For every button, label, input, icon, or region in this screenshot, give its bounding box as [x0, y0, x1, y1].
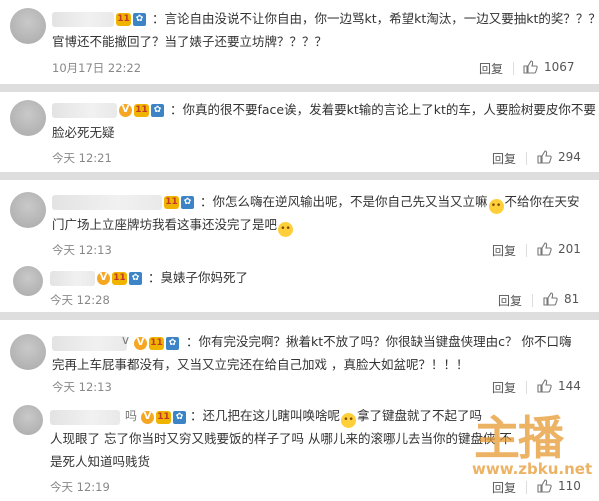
divider	[513, 62, 514, 75]
username[interactable]	[52, 12, 114, 27]
like-button[interactable]: 201	[537, 242, 581, 256]
divider	[526, 244, 527, 257]
username[interactable]	[52, 195, 162, 210]
comment-text: 门广场上立座牌坊我看这事还没完了是吧 ••	[52, 213, 294, 237]
fan-badge: ✿	[181, 195, 194, 209]
comment-text: ：你有完没完啊？揪着kt不放了吗？你很缺当键盘侠理由c？ 你不口嗨	[186, 334, 572, 349]
verified-badge: V	[134, 336, 147, 350]
level-badge: 11	[112, 271, 127, 285]
user-badges: 11 ✿	[116, 11, 146, 27]
comment-time: 今天 12:21	[52, 151, 112, 165]
like-button[interactable]: 1067	[523, 60, 575, 74]
fan-badge: ✿	[129, 271, 142, 285]
divider	[526, 152, 527, 165]
fan-badge: ✿	[166, 336, 179, 350]
emoji-icon: ••	[488, 199, 504, 214]
user-badges: 11 ✿	[164, 194, 194, 210]
comment-text: 人现眼了 忘了你当时又穷又贱要饭的样子了吗 从哪儿来的滚哪儿去当你的键盘侠 不	[50, 431, 512, 446]
avatar[interactable]	[13, 405, 43, 435]
reply-button[interactable]: 回复	[479, 60, 503, 77]
like-count: 294	[558, 150, 581, 164]
like-button[interactable]: 144	[537, 379, 581, 393]
username[interactable]	[52, 103, 117, 118]
reply-button[interactable]: 回复	[492, 242, 516, 259]
level-badge: 11	[164, 195, 179, 209]
like-count: 201	[558, 242, 581, 256]
thumbs-up-icon	[537, 242, 552, 256]
fan-badge: ✿	[151, 103, 164, 117]
verified-badge: V	[141, 410, 154, 424]
username-fragment: v	[122, 333, 130, 347]
user-badges: V 11 ✿	[97, 270, 142, 286]
avatar[interactable]	[10, 100, 46, 136]
comment-text: ：你真的很不要face诶，发着要kt输的言论上了kt的车，人要脸树要皮你不要	[170, 102, 596, 117]
comment-text: 是死人知道吗贱货	[50, 454, 151, 469]
reply-button[interactable]: 回复	[492, 379, 516, 396]
like-button[interactable]: 81	[543, 292, 579, 306]
like-count: 1067	[544, 60, 575, 74]
avatar[interactable]	[10, 192, 46, 228]
fan-badge: ✿	[173, 410, 186, 424]
verified-badge: V	[97, 271, 110, 285]
avatar[interactable]	[10, 334, 46, 370]
thumbs-up-icon	[543, 292, 558, 306]
username-fragment: 吗	[125, 409, 138, 423]
watermark: 主播 www.zbku.net	[470, 408, 597, 498]
username[interactable]	[50, 271, 95, 286]
comment-text: 脸必死无疑	[52, 125, 115, 140]
divider	[526, 381, 527, 394]
thumbs-up-icon	[537, 150, 552, 164]
user-badges: V 11 ✿	[141, 409, 186, 425]
thumbs-up-icon	[537, 379, 552, 393]
comment-time: 今天 12:13	[52, 380, 112, 394]
watermark-title: 主播	[474, 411, 564, 465]
fan-badge: ✿	[133, 12, 146, 26]
avatar[interactable]	[10, 8, 46, 44]
username[interactable]	[50, 410, 120, 425]
level-badge: 11	[149, 336, 164, 350]
watermark-url: www.zbku.net	[472, 460, 593, 478]
emoji-icon: ••	[278, 222, 294, 237]
comment-text: 官博还不能撤回了？当了婊子还要立坊牌？？？？	[52, 34, 328, 49]
level-badge: 11	[116, 12, 131, 26]
comment-card: 11 ✿ ：你怎么嗨在逆风输出呢，不是你自己先又当又立嘛 •• 不给你在天安 门广场…	[0, 180, 599, 312]
like-count: 81	[564, 292, 580, 306]
comment-text: ：你怎么嗨在逆风输出呢，不是你自己先又当又立嘛 •• 不给你在天安	[200, 190, 580, 214]
comment-time: 今天 12:28	[50, 293, 110, 307]
comment-time: 今天 12:13	[52, 243, 112, 257]
comment-card: V 11 ✿ ：你真的很不要face诶，发着要kt输的言论上了kt的车，人要脸树…	[0, 92, 599, 172]
comment-text: ：还几把在这儿瞎叫唤啥呢 •• 拿了键盘就了不起了吗	[190, 404, 482, 428]
comment-text: ：臭婊子你妈死了	[148, 270, 249, 285]
user-badges: V 11 ✿	[134, 335, 179, 351]
like-button[interactable]: 294	[537, 150, 581, 164]
emoji-icon: ••	[341, 413, 357, 428]
comment-card: 11 ✿ ：言论自由没说不让你自由，你一边骂kt，希望kt淘汰，一边又要抽kt的…	[0, 0, 599, 84]
level-badge: 11	[156, 410, 171, 424]
comment-text: 完再上车屁事都没有，又当又立完还在给自己加戏 ，真脸大如盆呢？！！！	[52, 357, 469, 372]
thumbs-up-icon	[523, 60, 538, 74]
verified-badge: V	[119, 103, 132, 117]
reply-button[interactable]: 回复	[498, 292, 522, 309]
reply-button[interactable]: 回复	[492, 150, 516, 167]
comment-text: ：言论自由没说不让你自由，你一边骂kt，希望kt淘汰，一边又要抽kt的奖？？？	[152, 11, 599, 26]
level-badge: 11	[134, 103, 149, 117]
comment-time: 10月17日 22:22	[52, 61, 142, 75]
avatar[interactable]	[13, 266, 43, 296]
comment-time: 今天 12:19	[50, 480, 110, 494]
like-count: 144	[558, 379, 581, 393]
username[interactable]	[52, 336, 127, 351]
divider	[532, 294, 533, 307]
user-badges: V 11 ✿	[119, 102, 164, 118]
